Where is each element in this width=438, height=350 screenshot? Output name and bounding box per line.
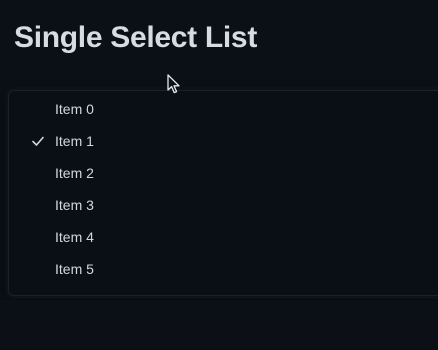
list-item-label: Item 1 [55,133,94,149]
page-title: Single Select List [14,21,258,54]
mouse-cursor-icon [167,74,180,94]
list-item-label: Item 4 [55,229,94,245]
check-icon [32,136,44,146]
list-items: Item 0 Item 1 Item 2 Item 3 Item 4 Item … [9,93,438,285]
list-item-label: Item 0 [55,101,94,117]
list-item[interactable]: Item 4 [9,221,438,253]
list-item[interactable]: Item 1 [9,125,438,157]
list-item-label: Item 3 [55,197,94,213]
list-item[interactable]: Item 0 [9,93,438,125]
list-item-label: Item 5 [55,261,94,277]
list-item[interactable]: Item 2 [9,157,438,189]
list-item-label: Item 2 [55,165,94,181]
list-item[interactable]: Item 3 [9,189,438,221]
single-select-list: Item 0 Item 1 Item 2 Item 3 Item 4 Item … [8,90,438,296]
list-item[interactable]: Item 5 [9,253,438,285]
page-footer-area [0,300,438,350]
